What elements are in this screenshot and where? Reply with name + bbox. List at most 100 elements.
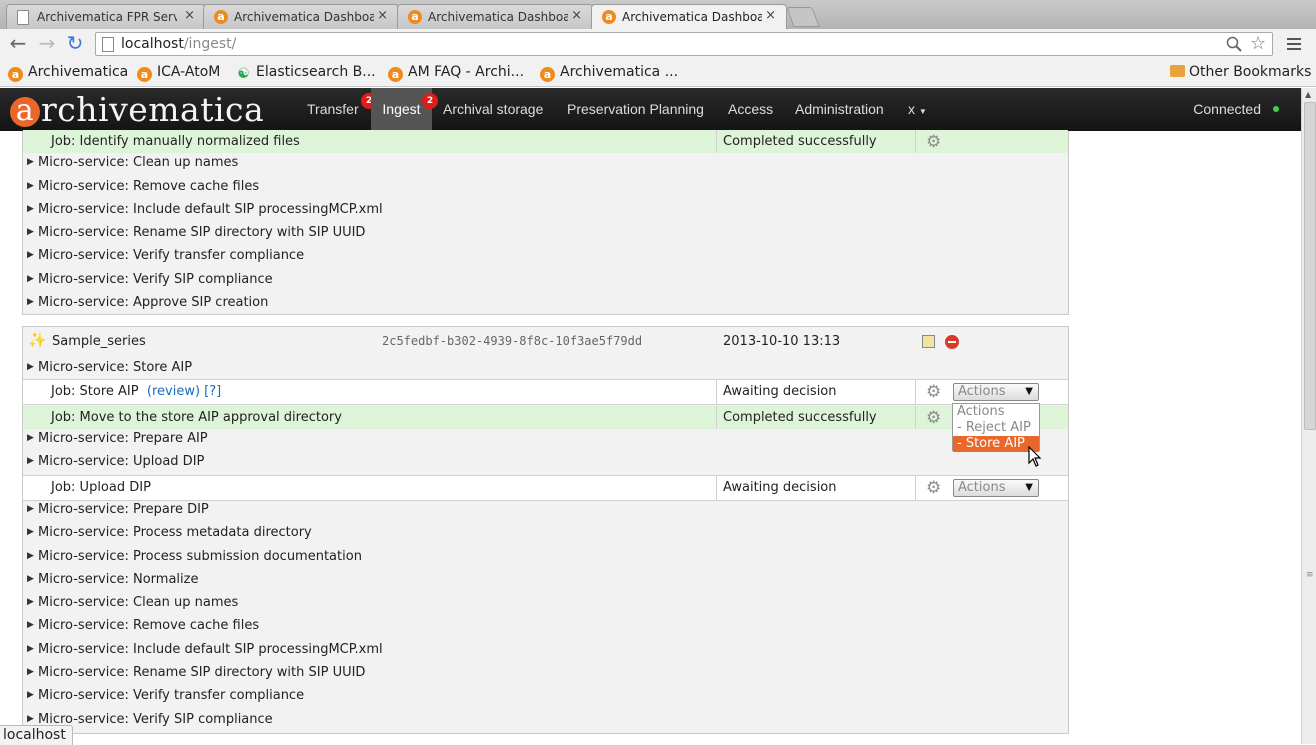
review-link[interactable]: (review) bbox=[147, 384, 200, 399]
new-tab-button[interactable] bbox=[786, 7, 820, 27]
nav-user-menu[interactable]: x ▼ bbox=[908, 88, 927, 131]
expand-triangle-icon[interactable]: ▶ bbox=[27, 198, 34, 221]
dropdown-option-store-aip[interactable]: - Store AIP bbox=[953, 436, 1039, 452]
bookmark-ica-atom[interactable]: a ICA-AtoM bbox=[137, 64, 220, 82]
sip-header[interactable]: ✨ Sample_series 2c5fedbf-b302-4939-8f8c-… bbox=[23, 327, 1068, 356]
dropdown-option-reject-aip[interactable]: - Reject AIP bbox=[953, 420, 1039, 436]
browser-tab-3[interactable]: a Archivematica Dashboard × bbox=[397, 4, 593, 29]
reload-icon[interactable]: ↻ bbox=[64, 33, 86, 55]
close-tab-icon[interactable]: × bbox=[184, 8, 195, 23]
bookmark-am-faq[interactable]: a AM FAQ - Archi... bbox=[388, 64, 524, 82]
microservice-row[interactable]: ▶ Micro-service: Verify SIP compliance bbox=[23, 268, 1068, 291]
job-row-store-aip: Job: Store AIP (review) [?] Awaiting dec… bbox=[23, 379, 1068, 405]
zoom-icon[interactable] bbox=[1226, 36, 1242, 52]
bookmark-archivematica[interactable]: a Archivematica bbox=[8, 64, 128, 82]
microservice-row[interactable]: ▶ Micro-service: Include default SIP proc… bbox=[23, 638, 1068, 661]
gear-icon[interactable]: ⚙ bbox=[926, 134, 942, 151]
broom-icon[interactable]: ✨ bbox=[28, 333, 47, 348]
expand-triangle-icon[interactable]: ▶ bbox=[27, 151, 34, 174]
microservice-row[interactable]: ▶ Micro-service: Prepare AIP bbox=[23, 427, 1068, 450]
expand-triangle-icon[interactable]: ▶ bbox=[27, 291, 34, 314]
microservice-row[interactable]: ▶ Micro-service: Clean up names bbox=[23, 591, 1068, 614]
microservice-row[interactable]: ▶ Micro-service: Process metadata directo… bbox=[23, 521, 1068, 544]
microservice-row[interactable]: ▶ Micro-service: Prepare DIP bbox=[23, 498, 1068, 521]
job-label: Job: Identify manually normalized files bbox=[51, 134, 300, 149]
microservice-row[interactable]: ▶ Micro-service: Include default SIP proc… bbox=[23, 198, 1068, 221]
microservice-row[interactable]: ▶ Micro-service: Remove cache files bbox=[23, 175, 1068, 198]
nav-access[interactable]: Access bbox=[728, 88, 773, 131]
back-arrow-icon[interactable]: ← bbox=[7, 33, 29, 55]
microservice-row[interactable]: ▶ Micro-service: Remove cache files bbox=[23, 614, 1068, 637]
remove-icon[interactable] bbox=[945, 335, 959, 349]
archivematica-icon: a bbox=[388, 67, 403, 82]
microservice-label: Micro-service: Normalize bbox=[38, 572, 199, 587]
expand-triangle-icon[interactable]: ▶ bbox=[27, 568, 34, 591]
expand-triangle-icon[interactable]: ▶ bbox=[27, 591, 34, 614]
microservice-row[interactable]: ▶ Micro-service: Process submission docum… bbox=[23, 545, 1068, 568]
expand-triangle-icon[interactable]: ▶ bbox=[27, 545, 34, 568]
gear-icon[interactable]: ⚙ bbox=[926, 410, 942, 427]
address-bar[interactable]: localhost/ingest/ ☆ bbox=[95, 32, 1273, 56]
browser-tab-title: Archivematica Dashboard bbox=[428, 10, 568, 24]
expand-triangle-icon[interactable]: ▶ bbox=[27, 521, 34, 544]
microservice-row[interactable]: ▶ Micro-service: Normalize bbox=[23, 568, 1068, 591]
app-navbar: a rchivematica Transfer 2 Ingest 2 Archiv… bbox=[0, 88, 1301, 131]
grip-icon: ≡ bbox=[1306, 570, 1314, 580]
forward-arrow-icon[interactable]: → bbox=[36, 33, 58, 55]
archivematica-logo[interactable]: a rchivematica bbox=[10, 90, 264, 129]
actions-select[interactable]: Actions ▼ bbox=[953, 479, 1039, 497]
microservice-label: Micro-service: Remove cache files bbox=[38, 618, 260, 633]
close-tab-icon[interactable]: × bbox=[377, 8, 388, 23]
expand-triangle-icon[interactable]: ▶ bbox=[27, 244, 34, 267]
microservice-row[interactable]: ▶ Micro-service: Verify SIP compliance bbox=[23, 708, 1068, 731]
job-row: Job: Move to the store AIP approval dire… bbox=[23, 406, 1068, 429]
nav-ingest[interactable]: Ingest bbox=[371, 88, 432, 131]
browser-tab-1[interactable]: Archivematica FPR Server × bbox=[6, 4, 206, 29]
expand-triangle-icon[interactable]: ▶ bbox=[27, 661, 34, 684]
microservice-row[interactable]: ▶ Micro-service: Store AIP bbox=[23, 356, 1068, 379]
close-tab-icon[interactable]: × bbox=[765, 8, 776, 23]
expand-triangle-icon[interactable]: ▶ bbox=[27, 175, 34, 198]
gear-icon[interactable]: ⚙ bbox=[926, 480, 942, 497]
job-row: Job: Identify manually normalized files … bbox=[23, 130, 1068, 153]
expand-triangle-icon[interactable]: ▶ bbox=[27, 638, 34, 661]
url-text: localhost/ingest/ bbox=[121, 36, 237, 52]
microservice-row[interactable]: ▶ Micro-service: Approve SIP creation bbox=[23, 291, 1068, 314]
mouse-cursor-icon bbox=[1028, 446, 1042, 467]
dropdown-option-actions[interactable]: Actions bbox=[953, 404, 1039, 420]
bookmark-star-icon[interactable]: ☆ bbox=[1250, 33, 1266, 54]
menu-icon[interactable] bbox=[1285, 35, 1303, 53]
expand-triangle-icon[interactable]: ▶ bbox=[27, 221, 34, 244]
nav-transfer[interactable]: Transfer bbox=[307, 88, 359, 131]
actions-select[interactable]: Actions ▼ bbox=[953, 383, 1039, 401]
other-bookmarks[interactable]: Other Bookmarks bbox=[1170, 64, 1311, 80]
microservice-row[interactable]: ▶ Micro-service: Rename SIP directory wit… bbox=[23, 221, 1068, 244]
browser-tab-4-active[interactable]: a Archivematica Dashboard × bbox=[591, 4, 787, 29]
microservice-row[interactable]: ▶ Micro-service: Clean up names bbox=[23, 151, 1068, 174]
nav-administration[interactable]: Administration bbox=[795, 88, 884, 131]
bookmark-elasticsearch[interactable]: ☯ Elasticsearch B... bbox=[236, 64, 375, 82]
browser-tab-2[interactable]: a Archivematica Dashboard × bbox=[203, 4, 399, 29]
browser-tab-title: Archivematica FPR Server bbox=[37, 10, 177, 24]
scroll-up-arrow-icon[interactable]: ▲ bbox=[1305, 90, 1311, 99]
nav-archival-storage[interactable]: Archival storage bbox=[443, 88, 543, 131]
expand-triangle-icon[interactable]: ▶ bbox=[27, 427, 34, 450]
expand-triangle-icon[interactable]: ▶ bbox=[27, 356, 34, 379]
microservice-row[interactable]: ▶ Micro-service: Upload DIP bbox=[23, 450, 1068, 473]
expand-triangle-icon[interactable]: ▶ bbox=[27, 268, 34, 291]
microservice-row[interactable]: ▶ Micro-service: Verify transfer complian… bbox=[23, 684, 1068, 707]
expand-triangle-icon[interactable]: ▶ bbox=[27, 684, 34, 707]
bookmark-archivematica-2[interactable]: a Archivematica ... bbox=[540, 64, 678, 82]
scrollbar-thumb[interactable] bbox=[1304, 102, 1316, 430]
nav-preservation-planning[interactable]: Preservation Planning bbox=[567, 88, 704, 131]
expand-triangle-icon[interactable]: ▶ bbox=[27, 614, 34, 637]
gear-icon[interactable]: ⚙ bbox=[926, 384, 942, 401]
close-tab-icon[interactable]: × bbox=[571, 8, 582, 23]
help-link[interactable]: [?] bbox=[204, 384, 221, 399]
expand-triangle-icon[interactable]: ▶ bbox=[27, 498, 34, 521]
vertical-scrollbar[interactable]: ▲ ≡ bbox=[1301, 88, 1316, 744]
expand-triangle-icon[interactable]: ▶ bbox=[27, 450, 34, 473]
microservice-row[interactable]: ▶ Micro-service: Rename SIP directory wit… bbox=[23, 661, 1068, 684]
microservice-row[interactable]: ▶ Micro-service: Verify transfer complian… bbox=[23, 244, 1068, 267]
edit-metadata-icon[interactable] bbox=[922, 335, 935, 348]
